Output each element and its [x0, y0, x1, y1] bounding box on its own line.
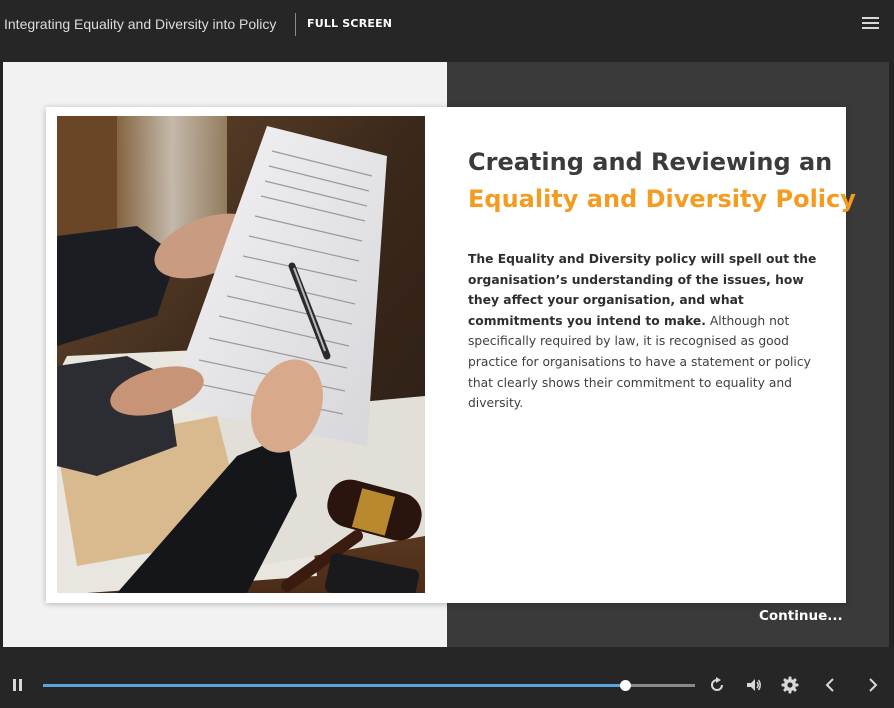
previous-icon[interactable]	[821, 676, 839, 694]
course-title: Integrating Equality and Diversity into …	[4, 16, 277, 32]
replay-icon[interactable]	[708, 676, 726, 694]
seek-progress	[43, 684, 626, 687]
pause-icon[interactable]	[12, 679, 23, 693]
continue-button[interactable]: Continue...	[759, 608, 843, 624]
top-bar: Integrating Equality and Diversity into …	[0, 0, 894, 62]
slide-card: Creating and Reviewing an Equality and D…	[46, 107, 856, 603]
seek-handle[interactable]	[620, 680, 632, 691]
seek-bar[interactable]	[43, 680, 695, 691]
player-controls	[0, 647, 894, 708]
settings-icon[interactable]	[781, 676, 799, 694]
body-regular-text: Although not specifically required by la…	[468, 313, 811, 411]
document-review-photo	[57, 116, 425, 593]
fullscreen-button[interactable]: FULL SCREEN	[307, 17, 392, 30]
slide-body-text: The Equality and Diversity policy will s…	[468, 249, 818, 414]
hamburger-menu-icon[interactable]	[862, 17, 879, 31]
slide-stage: Creating and Reviewing an Equality and D…	[3, 62, 889, 647]
volume-icon[interactable]	[745, 676, 763, 694]
heading-line-1: Creating and Reviewing an	[468, 148, 833, 176]
next-icon[interactable]	[864, 676, 882, 694]
title-divider	[295, 13, 296, 36]
heading-line-2: Equality and Diversity Policy	[468, 185, 856, 213]
slide-heading: Creating and Reviewing an Equality and D…	[468, 144, 856, 218]
